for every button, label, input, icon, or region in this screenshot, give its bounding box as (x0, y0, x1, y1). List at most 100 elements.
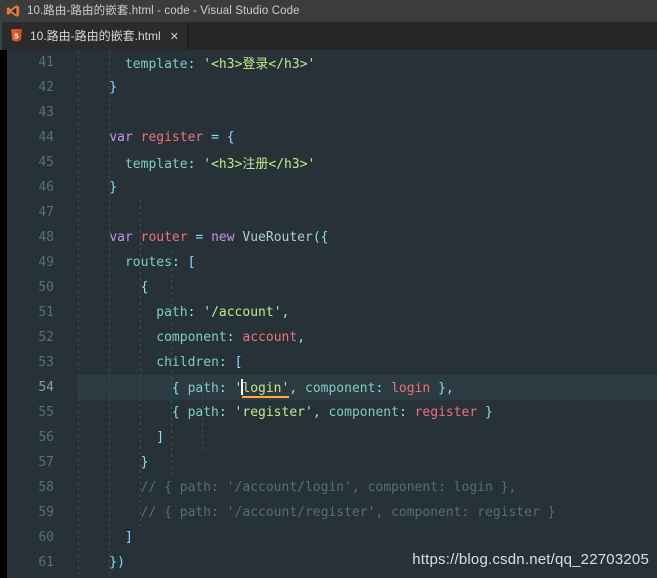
code-line[interactable]: 46 } (7, 175, 657, 200)
token-paren-close: }) (78, 555, 125, 570)
token-identifier: account (242, 330, 298, 345)
line-number: 48 (38, 230, 54, 245)
line-content[interactable]: component: account, (66, 330, 657, 345)
line-number: 45 (38, 155, 54, 170)
line-content[interactable]: // { path: '/account/login', component: … (66, 480, 657, 495)
token-property: children (156, 355, 219, 370)
token-colon: : (187, 157, 204, 172)
token-colon: : (187, 305, 204, 320)
token-identifier: router (132, 230, 196, 245)
line-content[interactable]: } (66, 455, 657, 470)
token-property: path (187, 405, 219, 420)
code-line[interactable]: 60 ] (7, 525, 657, 550)
line-number: 57 (38, 455, 54, 470)
token-identifier: register (132, 130, 212, 145)
code-line[interactable]: 50 { (7, 275, 657, 300)
code-line[interactable]: 49 routes: [ (7, 250, 657, 275)
line-number: 53 (38, 355, 54, 370)
code-line[interactable]: 41 template: '<h3>登录</h3>' (7, 50, 657, 75)
line-content[interactable]: } (66, 180, 657, 195)
token-property: component (156, 330, 227, 345)
code-line[interactable]: 59 // { path: '/account/register', compo… (7, 500, 657, 525)
code-line[interactable]: 57 } (7, 450, 657, 475)
code-line[interactable]: 48 var router = new VueRouter({ (7, 225, 657, 250)
token-property: component (305, 381, 376, 396)
code-line[interactable]: 56 ] (7, 425, 657, 450)
line-content[interactable]: var router = new VueRouter({ (66, 230, 657, 245)
line-content[interactable]: routes: [ (66, 255, 657, 270)
token-property: routes (124, 255, 172, 270)
token-brace: } (78, 80, 118, 95)
code-line[interactable]: 51 path: '/account', (7, 300, 657, 325)
code-line-active[interactable]: 54 { path: 'login', component: login }, (7, 375, 657, 400)
token-string: 'register' (234, 405, 313, 420)
token-bracket: [ (234, 355, 243, 370)
line-number: 42 (38, 80, 54, 95)
token-brace: { (78, 280, 149, 295)
watermark: https://blog.csdn.net/qq_22703205 (412, 551, 649, 568)
token-brace-close: }, (430, 381, 454, 396)
token-keyword: var (109, 130, 133, 145)
token-brace: { (171, 405, 188, 420)
line-content[interactable]: { path: 'login', component: login }, (66, 379, 657, 398)
code-line[interactable]: 58 // { path: '/account/login', componen… (7, 475, 657, 500)
token-class: VueRouter (234, 230, 313, 245)
code-line[interactable]: 44 var register = { (7, 125, 657, 150)
line-content[interactable]: path: '/account', (66, 305, 657, 320)
token-property: path (187, 381, 219, 396)
token-operator: = { (211, 130, 235, 145)
token-colon: : (218, 405, 235, 420)
line-number: 59 (38, 505, 54, 520)
code-line[interactable]: 45 template: '<h3>注册</h3>' (7, 150, 657, 175)
token-string: '/account' (203, 305, 282, 320)
line-content[interactable]: ] (66, 530, 657, 545)
editor-tab-active[interactable]: 5 10.路由-路由的嵌套.html ✕ (0, 22, 188, 50)
token-colon: : (226, 330, 243, 345)
code-line[interactable]: 53 children: [ (7, 350, 657, 375)
token-comma: , (297, 330, 306, 345)
close-icon[interactable]: ✕ (170, 31, 179, 42)
line-content[interactable]: { path: 'register', component: register … (66, 405, 657, 420)
token-property: component (328, 405, 399, 420)
token-comma: , (289, 381, 305, 396)
token-property: template (124, 57, 188, 72)
line-content[interactable]: { (66, 280, 657, 295)
line-content[interactable]: template: '<h3>登录</h3>' (66, 53, 657, 72)
token-colon: : (187, 57, 204, 72)
line-number: 44 (38, 130, 54, 145)
line-content[interactable]: // { path: '/account/register', componen… (66, 505, 657, 520)
token-brace: } (78, 180, 118, 195)
token-identifier: register (414, 405, 478, 420)
line-number: 41 (38, 55, 54, 70)
line-content[interactable]: template: '<h3>注册</h3>' (66, 153, 657, 172)
code-line[interactable]: 55 { path: 'register', component: regist… (7, 400, 657, 425)
line-content[interactable]: ] (66, 430, 657, 445)
code-area[interactable]: 41 template: '<h3>登录</h3>' 42 } 43 44 va… (7, 50, 657, 578)
code-line[interactable]: 52 component: account, (7, 325, 657, 350)
svg-text:5: 5 (14, 31, 19, 40)
line-number: 47 (38, 205, 54, 220)
line-number: 61 (38, 555, 54, 570)
code-line[interactable]: 42 } (7, 75, 657, 100)
line-number: 52 (38, 330, 54, 345)
token-comma: , (312, 405, 329, 420)
token-string: login' (242, 381, 290, 398)
code-line[interactable]: 43 (7, 100, 657, 125)
line-number: 46 (38, 180, 54, 195)
token-bracket: ] (78, 430, 165, 445)
code-editor[interactable]: 41 template: '<h3>登录</h3>' 42 } 43 44 va… (0, 50, 657, 578)
vscode-window: 10.路由-路由的嵌套.html - code - Visual Studio … (0, 0, 657, 578)
line-number: 54 (38, 380, 54, 395)
token-property: template (124, 157, 188, 172)
tab-bar: 5 10.路由-路由的嵌套.html ✕ (0, 22, 657, 50)
code-line[interactable]: 47 (7, 200, 657, 225)
line-content[interactable]: children: [ (66, 355, 657, 370)
token-string: '<h3>登录</h3>' (203, 57, 316, 72)
line-content[interactable]: var register = { (66, 130, 657, 145)
line-content[interactable]: } (66, 80, 657, 95)
token-colon: : (218, 355, 235, 370)
